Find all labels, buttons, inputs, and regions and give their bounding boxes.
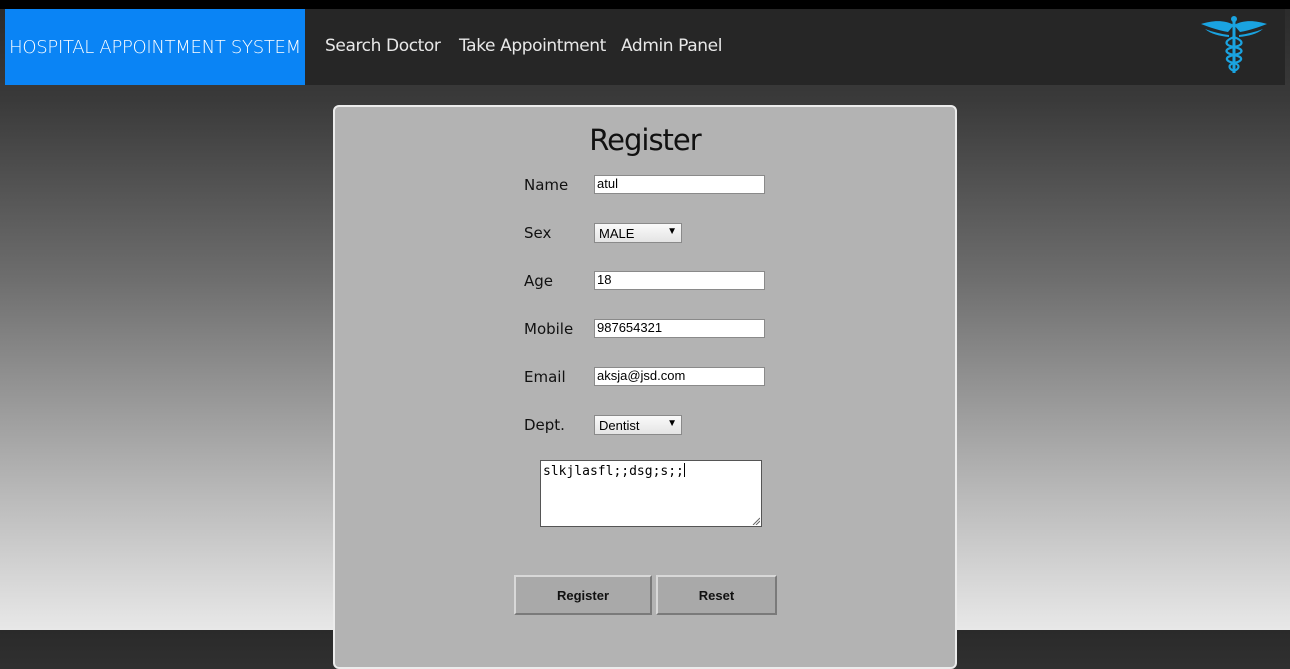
resize-grip-icon[interactable] <box>752 517 760 525</box>
textarea-text: slkjlasfl;;dsg;s;; <box>543 464 684 479</box>
text-caret <box>683 463 685 477</box>
message-textarea[interactable]: slkjlasfl;;dsg;s;; <box>540 460 762 527</box>
nav-search-doctor[interactable]: Search Doctor <box>325 9 441 85</box>
top-border <box>0 0 1290 9</box>
mobile-input[interactable]: 987654321 <box>594 319 765 338</box>
email-label: Email <box>524 368 566 386</box>
name-input[interactable]: atul <box>594 175 765 194</box>
name-label: Name <box>524 176 569 194</box>
chevron-down-icon: ▼ <box>667 418 677 429</box>
sex-select[interactable]: MALE ▼ <box>594 223 682 243</box>
brand-link[interactable]: HOSPITAL APPOINTMENT SYSTEM <box>5 9 305 85</box>
mobile-label: Mobile <box>524 320 574 338</box>
dept-select-value: Dentist <box>599 418 640 433</box>
age-label: Age <box>524 272 554 290</box>
dept-select[interactable]: Dentist ▼ <box>594 415 682 435</box>
sex-label: Sex <box>524 224 552 242</box>
caduceus-icon <box>1201 16 1267 73</box>
dept-label: Dept. <box>524 416 565 434</box>
register-card: Register Name atul Sex MALE ▼ Age 18 Mob… <box>333 105 957 669</box>
nav-admin-panel[interactable]: Admin Panel <box>621 9 722 85</box>
navbar: HOSPITAL APPOINTMENT SYSTEM Search Docto… <box>5 9 1285 85</box>
age-input[interactable]: 18 <box>594 271 765 290</box>
sex-select-value: MALE <box>599 226 635 241</box>
email-input[interactable]: aksja@jsd.com <box>594 367 765 386</box>
reset-button[interactable]: Reset <box>656 575 777 615</box>
page-title: Register <box>589 123 701 157</box>
nav-take-appointment[interactable]: Take Appointment <box>459 9 606 85</box>
chevron-down-icon: ▼ <box>667 226 677 237</box>
register-button[interactable]: Register <box>514 575 652 615</box>
